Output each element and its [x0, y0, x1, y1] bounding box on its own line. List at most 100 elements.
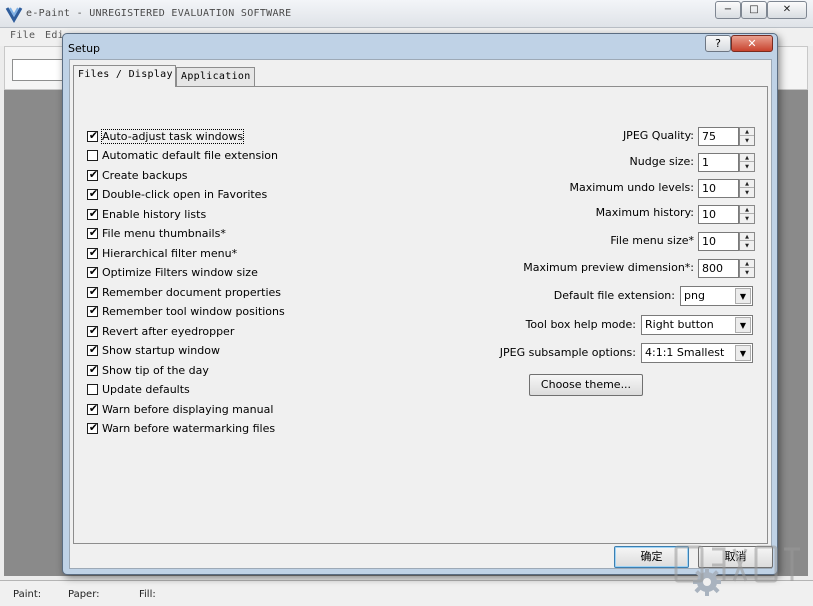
- chevron-down-icon[interactable]: ▼: [735, 345, 751, 361]
- status-paper: Paper:: [68, 589, 100, 600]
- checkbox[interactable]: ✔: [87, 226, 99, 239]
- select-label: Default file extension:: [553, 289, 675, 302]
- chevron-down-icon[interactable]: ▼: [735, 317, 751, 333]
- select-value: png: [684, 289, 705, 302]
- help-mode-select[interactable]: Right button ▼: [641, 315, 753, 335]
- choose-theme-button[interactable]: Choose theme...: [529, 374, 643, 396]
- checkbox[interactable]: ✔: [87, 265, 98, 278]
- check-icon: ✔: [88, 304, 99, 317]
- checkbox[interactable]: ✔: [87, 343, 98, 356]
- checkbox[interactable]: ✔: [87, 421, 99, 434]
- checkbox-label: Warn before watermarking files: [102, 422, 276, 435]
- nudge-size-input[interactable]: 1: [698, 153, 739, 172]
- check-icon: ✔: [88, 226, 99, 239]
- dialog-close-button[interactable]: ✕: [731, 35, 773, 52]
- checkbox-label: Remember document properties: [102, 286, 282, 299]
- spinner-label: Maximum preview dimension*:: [523, 261, 694, 274]
- minimize-button[interactable]: −: [715, 1, 741, 19]
- spinner-label: Nudge size:: [629, 155, 694, 168]
- check-icon: ✔: [88, 129, 99, 142]
- check-icon: ✔: [88, 187, 99, 200]
- checkbox[interactable]: ✔: [87, 363, 99, 376]
- select-value: 4:1:1 Smallest: [645, 346, 725, 359]
- check-icon: ✔: [88, 363, 99, 376]
- checkbox-label: Optimize Filters window size: [102, 266, 258, 279]
- file-menu-size-spinner[interactable]: ▲ ▼: [739, 232, 755, 251]
- spinner-label: Maximum history:: [595, 206, 694, 219]
- dialog-title: Setup: [68, 42, 101, 55]
- file-menu-size-input[interactable]: 10: [698, 232, 739, 251]
- app-logo-icon: [5, 7, 23, 23]
- check-icon: ✔: [88, 246, 99, 259]
- maximize-button[interactable]: □: [741, 1, 767, 19]
- preview-dimension-spinner[interactable]: ▲ ▼: [739, 259, 755, 278]
- dialog-body: Files / Display Application ✔ Auto-adjust…: [69, 59, 773, 596]
- checkbox-label: Show tip of the day: [102, 364, 209, 377]
- history-spinner[interactable]: ▲ ▼: [739, 205, 755, 224]
- check-icon: ✔: [88, 402, 99, 415]
- toolbar-input[interactable]: [12, 59, 64, 81]
- jpeg-subsample-select[interactable]: 4:1:1 Smallest ▼: [641, 343, 753, 363]
- status-paint: Paint:: [13, 589, 42, 600]
- spin-up-icon[interactable]: ▲: [740, 154, 754, 162]
- preview-dimension-input[interactable]: 800: [698, 259, 739, 278]
- check-icon: ✔: [88, 285, 99, 298]
- checkbox[interactable]: ✔: [87, 187, 99, 200]
- checkbox[interactable]: ✔: [87, 402, 99, 415]
- spin-down-icon[interactable]: ▼: [740, 163, 754, 171]
- spin-down-icon[interactable]: ▼: [740, 137, 754, 145]
- check-icon: ✔: [88, 421, 99, 434]
- undo-levels-input[interactable]: 10: [698, 179, 739, 198]
- spinner-label: JPEG Quality:: [622, 129, 694, 142]
- checkbox[interactable]: ✔: [87, 207, 99, 220]
- spinner-label: File menu size*: [610, 234, 694, 247]
- checkbox[interactable]: ✔: [87, 129, 99, 142]
- spin-up-icon[interactable]: ▲: [740, 128, 754, 136]
- default-extension-select[interactable]: png ▼: [680, 286, 753, 306]
- checkbox-label: Automatic default file extension: [102, 149, 278, 162]
- spin-up-icon[interactable]: ▲: [740, 206, 754, 214]
- select-label: JPEG subsample options:: [499, 346, 636, 359]
- app-titlebar: e-Paint - UNREGISTERED EVALUATION SOFTWA…: [0, 0, 813, 28]
- jpeg-quality-input[interactable]: 75: [698, 127, 739, 146]
- checkbox-label: Hierarchical filter menu*: [102, 247, 238, 260]
- checkbox[interactable]: [87, 384, 98, 395]
- spinner-label: Maximum undo levels:: [569, 181, 694, 194]
- spin-down-icon[interactable]: ▼: [740, 215, 754, 223]
- tab-files-display[interactable]: Files / Display: [73, 65, 176, 87]
- checkbox[interactable]: ✔: [87, 324, 99, 337]
- checkbox-label: Update defaults: [102, 383, 190, 396]
- check-icon: ✔: [88, 324, 99, 337]
- watermark-logo: [674, 545, 800, 583]
- help-button[interactable]: ?: [705, 35, 731, 52]
- select-label: Tool box help mode:: [525, 318, 636, 331]
- checkbox-label: Auto-adjust task windows: [100, 129, 245, 144]
- spin-down-icon[interactable]: ▼: [740, 242, 754, 250]
- history-input[interactable]: 10: [698, 205, 739, 224]
- nudge-size-spinner[interactable]: ▲ ▼: [739, 153, 755, 172]
- spin-down-icon[interactable]: ▼: [740, 269, 754, 277]
- checkbox[interactable]: ✔: [87, 285, 99, 298]
- close-button[interactable]: ✕: [767, 1, 807, 19]
- menu-file[interactable]: File: [10, 30, 35, 41]
- checkbox[interactable]: [87, 150, 98, 161]
- checkbox-label: Enable history lists: [102, 208, 207, 221]
- checkbox-label: Revert after eyedropper: [102, 325, 235, 338]
- select-value: Right button: [645, 318, 714, 331]
- undo-levels-spinner[interactable]: ▲ ▼: [739, 179, 755, 198]
- jpeg-quality-spinner[interactable]: ▲ ▼: [739, 127, 755, 146]
- checkbox-label: Warn before displaying manual: [102, 403, 274, 416]
- checkbox[interactable]: ✔: [87, 304, 99, 317]
- spin-up-icon[interactable]: ▲: [740, 260, 754, 268]
- tab-application[interactable]: Application: [176, 67, 255, 87]
- checkbox[interactable]: ✔: [87, 246, 99, 259]
- spin-up-icon[interactable]: ▲: [740, 180, 754, 188]
- spin-down-icon[interactable]: ▼: [740, 189, 754, 197]
- spin-up-icon[interactable]: ▲: [740, 233, 754, 241]
- app-title: e-Paint - UNREGISTERED EVALUATION SOFTWA…: [26, 8, 292, 19]
- setup-dialog: Setup ? ✕ Files / Display Application ✔ A…: [62, 33, 778, 596]
- check-icon: ✔: [88, 207, 99, 220]
- check-icon: ✔: [88, 168, 99, 181]
- chevron-down-icon[interactable]: ▼: [735, 288, 751, 304]
- checkbox[interactable]: ✔: [87, 168, 99, 181]
